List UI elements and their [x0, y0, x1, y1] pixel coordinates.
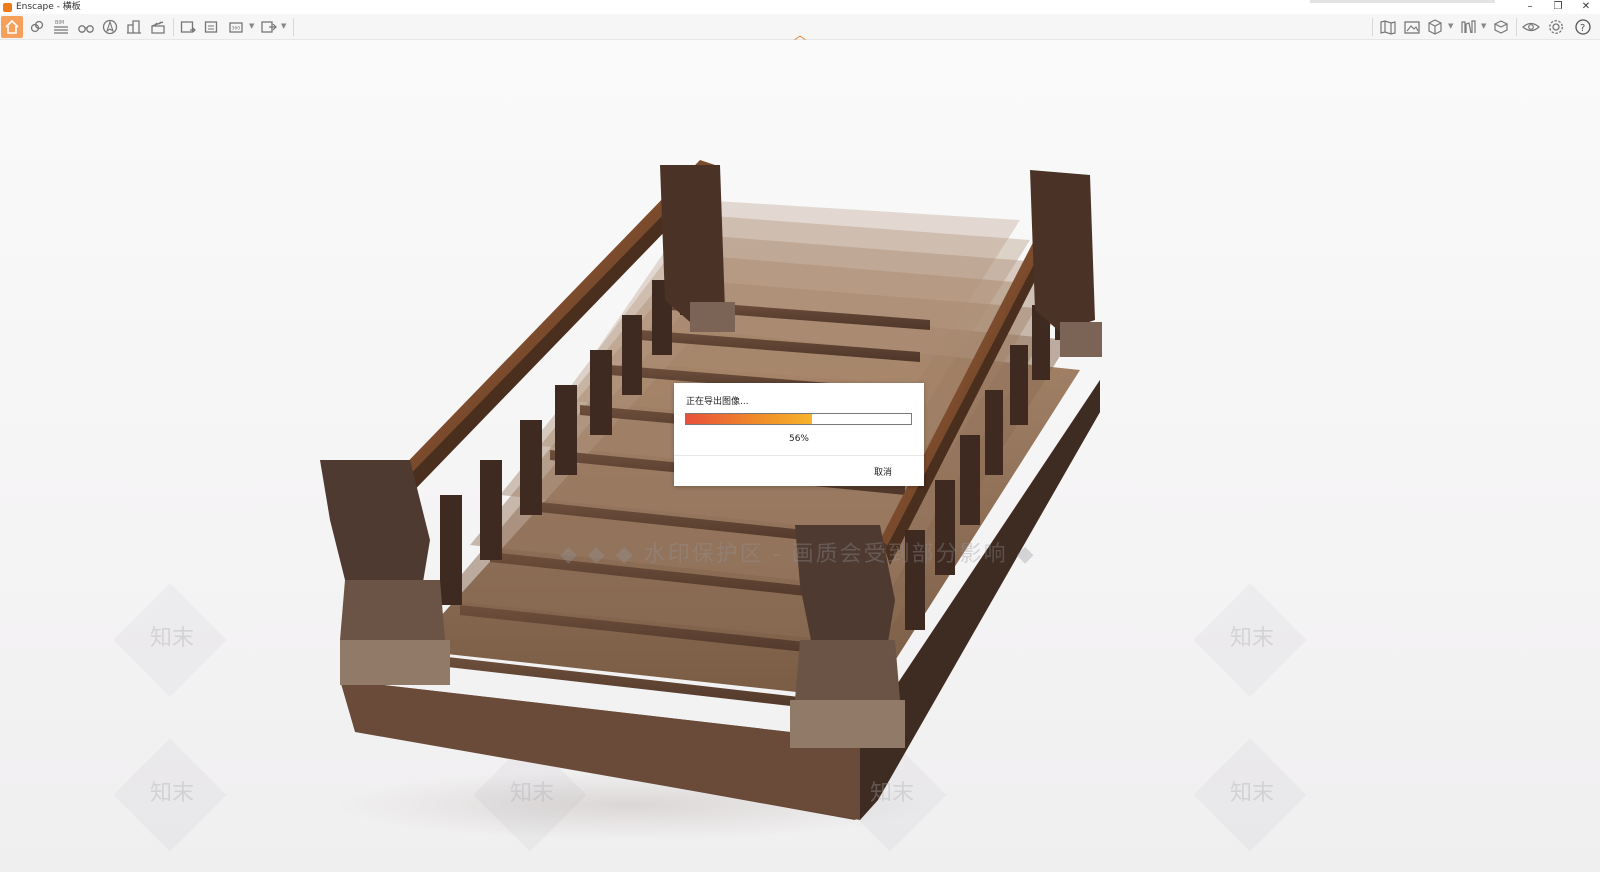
eye-icon[interactable] [1520, 16, 1542, 38]
svg-text:360: 360 [232, 26, 241, 32]
restore-button[interactable]: ❐ [1544, 0, 1572, 14]
progress-fill [686, 414, 812, 424]
watermark-brand: 知末 [1230, 626, 1275, 651]
navigation-icon[interactable] [99, 16, 121, 38]
close-button[interactable]: ✕ [1572, 0, 1600, 14]
map-icon[interactable] [1377, 16, 1399, 38]
window-controls: – ❐ ✕ [1516, 0, 1600, 14]
chevron-down-icon[interactable]: ▼ [1481, 22, 1486, 30]
title-bar: Enscape - 横板 – ❐ ✕ [0, 0, 1600, 14]
export-progress-dialog: 正在导出图像... 56% 取消 [674, 383, 924, 486]
title-search-bar [1310, 0, 1495, 3]
cancel-button[interactable]: 取消 [874, 465, 892, 478]
watermark-brand: 知末 [150, 781, 195, 806]
export-icon[interactable] [258, 16, 280, 38]
svg-text:?: ? [1580, 23, 1585, 34]
toolbar-separator [293, 18, 294, 36]
toolbar-separator [1372, 18, 1373, 36]
screenshot-icon[interactable] [177, 16, 199, 38]
chevron-down-icon[interactable]: ▼ [281, 22, 286, 30]
svg-text:BIM: BIM [55, 20, 64, 26]
dialog-title: 正在导出图像... [686, 397, 749, 407]
toolbar-separator [173, 18, 174, 36]
watermark-brand: 知末 [870, 781, 915, 806]
watermark-brand: 知末 [150, 626, 195, 651]
enscape-logo-icon [3, 2, 12, 12]
image-icon[interactable] [1401, 16, 1423, 38]
library-icon[interactable] [1457, 16, 1479, 38]
toolbar-separator [1516, 18, 1517, 36]
watermark-brand: 知末 [510, 781, 555, 806]
minimize-button[interactable]: – [1516, 0, 1544, 14]
clapper-icon[interactable] [147, 16, 169, 38]
watermark-text: ◆ ◆ ◆ 水印保护区 - 画质会受到部分影响 ◆ [560, 542, 1036, 567]
dialog-divider [674, 455, 924, 456]
help-icon[interactable]: ? [1572, 16, 1594, 38]
panorama-icon[interactable]: 360 [226, 16, 248, 38]
chevron-down-icon[interactable]: ▼ [249, 22, 254, 30]
gear-icon[interactable] [1545, 16, 1567, 38]
home-icon[interactable] [1, 16, 23, 38]
binoculars-icon[interactable] [75, 16, 97, 38]
cube-icon[interactable] [1424, 16, 1446, 38]
bim-icon[interactable]: BIM [50, 16, 72, 38]
progress-bar [685, 413, 912, 425]
building-icon[interactable] [123, 16, 145, 38]
chevron-down-icon[interactable]: ▼ [1448, 22, 1453, 30]
window-title: Enscape - 横板 [16, 2, 81, 12]
batch-render-icon[interactable] [201, 16, 223, 38]
link-icon[interactable] [26, 16, 48, 38]
material-icon[interactable] [1490, 16, 1512, 38]
watermark-brand: 知末 [1230, 781, 1275, 806]
progress-percent: 56% [788, 434, 809, 444]
